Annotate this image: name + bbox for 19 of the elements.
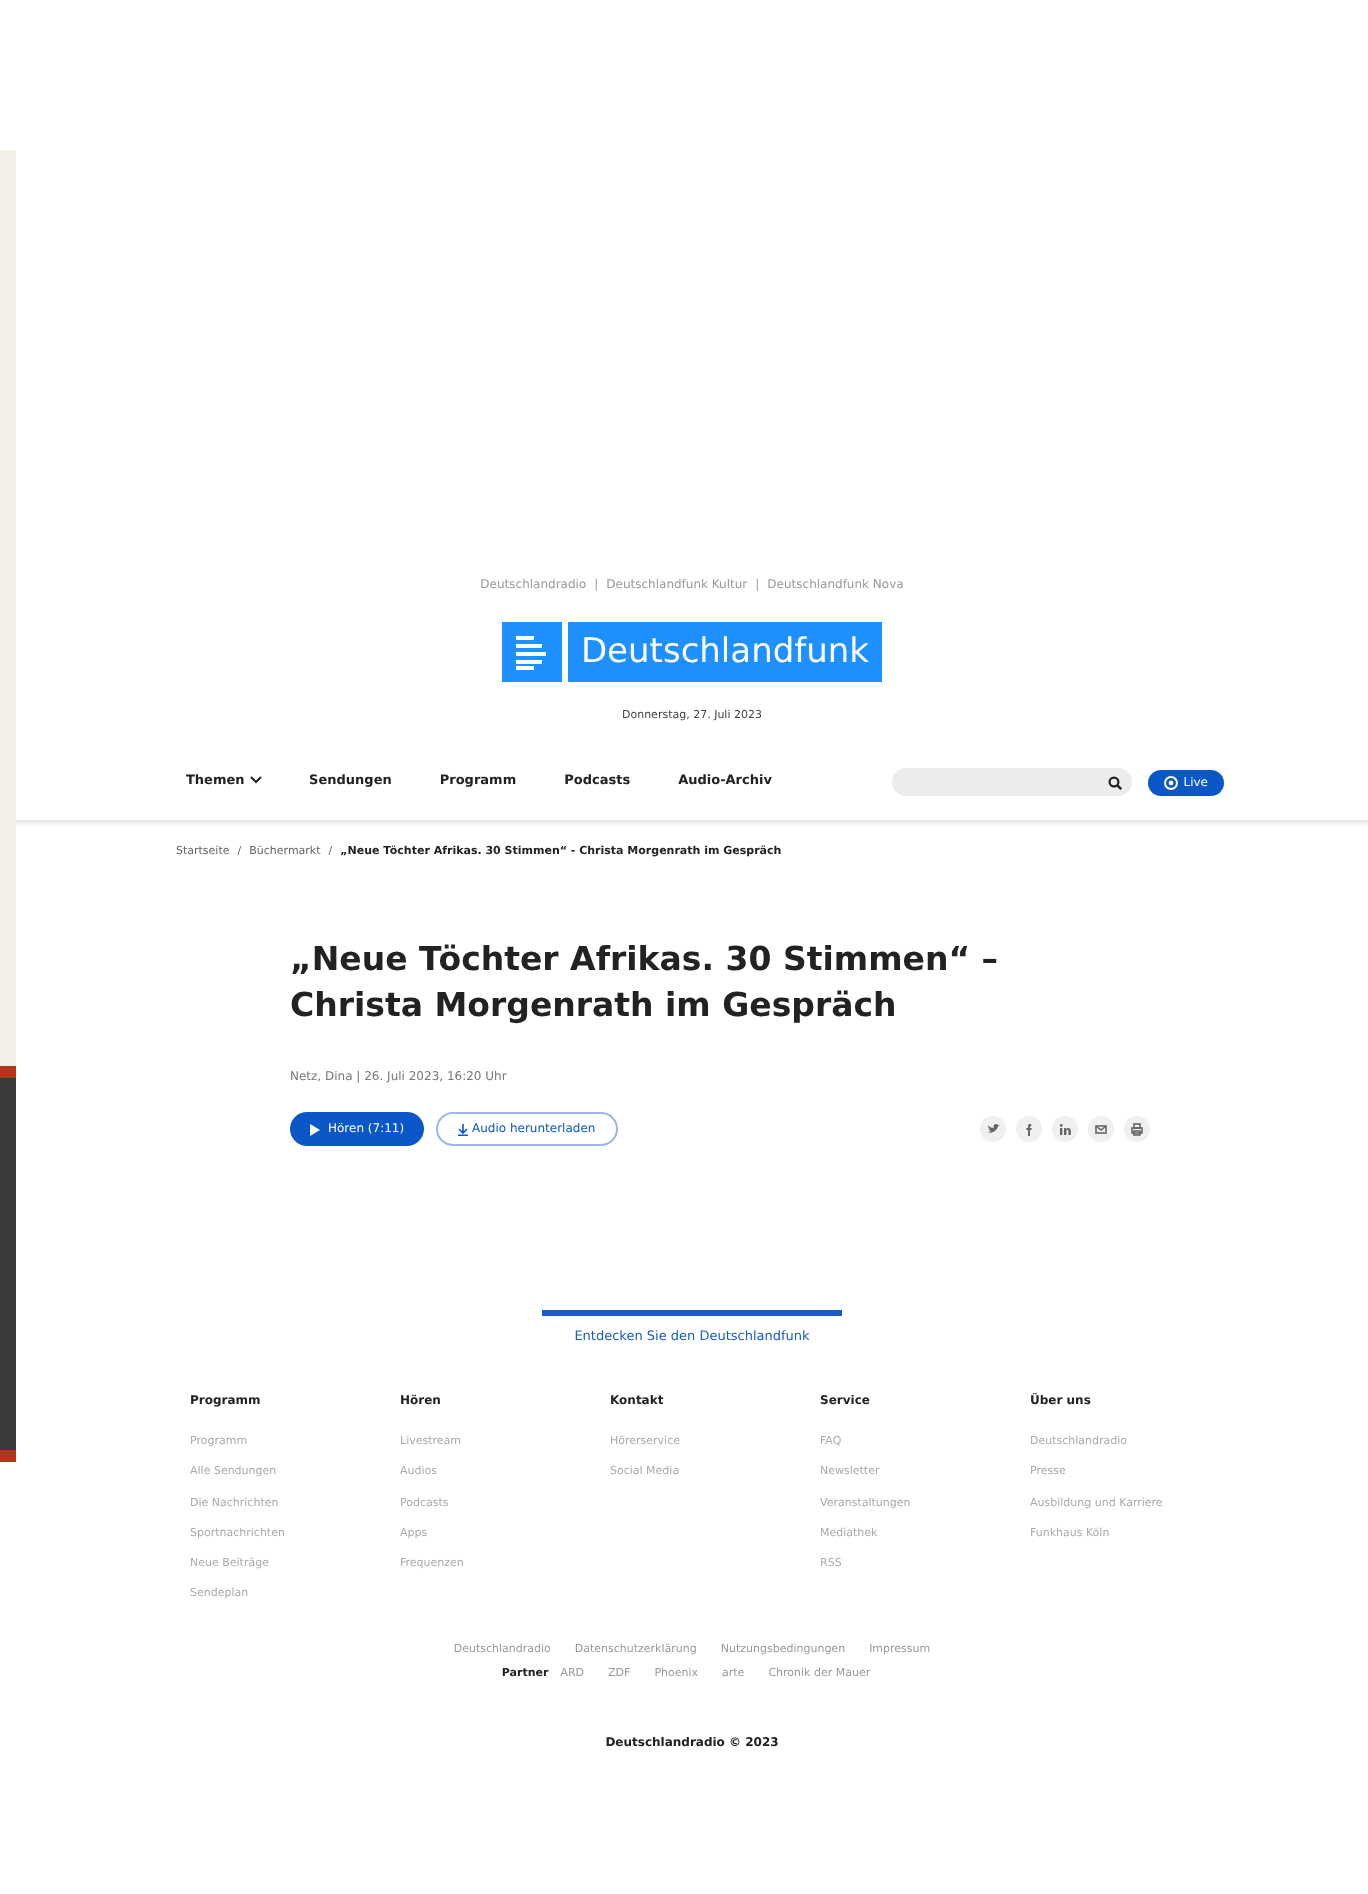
share-button[interactable]: [1088, 1116, 1114, 1143]
download-icon: [458, 1123, 469, 1136]
bird-icon: [986, 1122, 1000, 1137]
search-icon[interactable]: [1107, 775, 1122, 790]
letter-f-icon: [1022, 1122, 1036, 1137]
chevron-icon: [249, 776, 262, 785]
share-button[interactable]: [1016, 1116, 1042, 1143]
logo-icon: [516, 634, 549, 670]
share-button[interactable]: [1052, 1116, 1078, 1143]
article-title: „Neue Töchter Afrikas. 30 Stimmen“ – Christa Morgenrath im Gespräch: [290, 938, 1001, 1029]
share-button[interactable]: [1124, 1116, 1150, 1143]
play-icon: [310, 1123, 320, 1136]
in-icon: [1058, 1122, 1072, 1137]
printer-icon: [1130, 1122, 1144, 1137]
share-button[interactable]: [980, 1116, 1006, 1143]
envelope-icon: [1094, 1122, 1108, 1137]
radio-icon: [1163, 775, 1178, 789]
search-field[interactable]: [891, 768, 1132, 796]
site-logo[interactable]: Deutschlandfunk: [502, 622, 882, 682]
